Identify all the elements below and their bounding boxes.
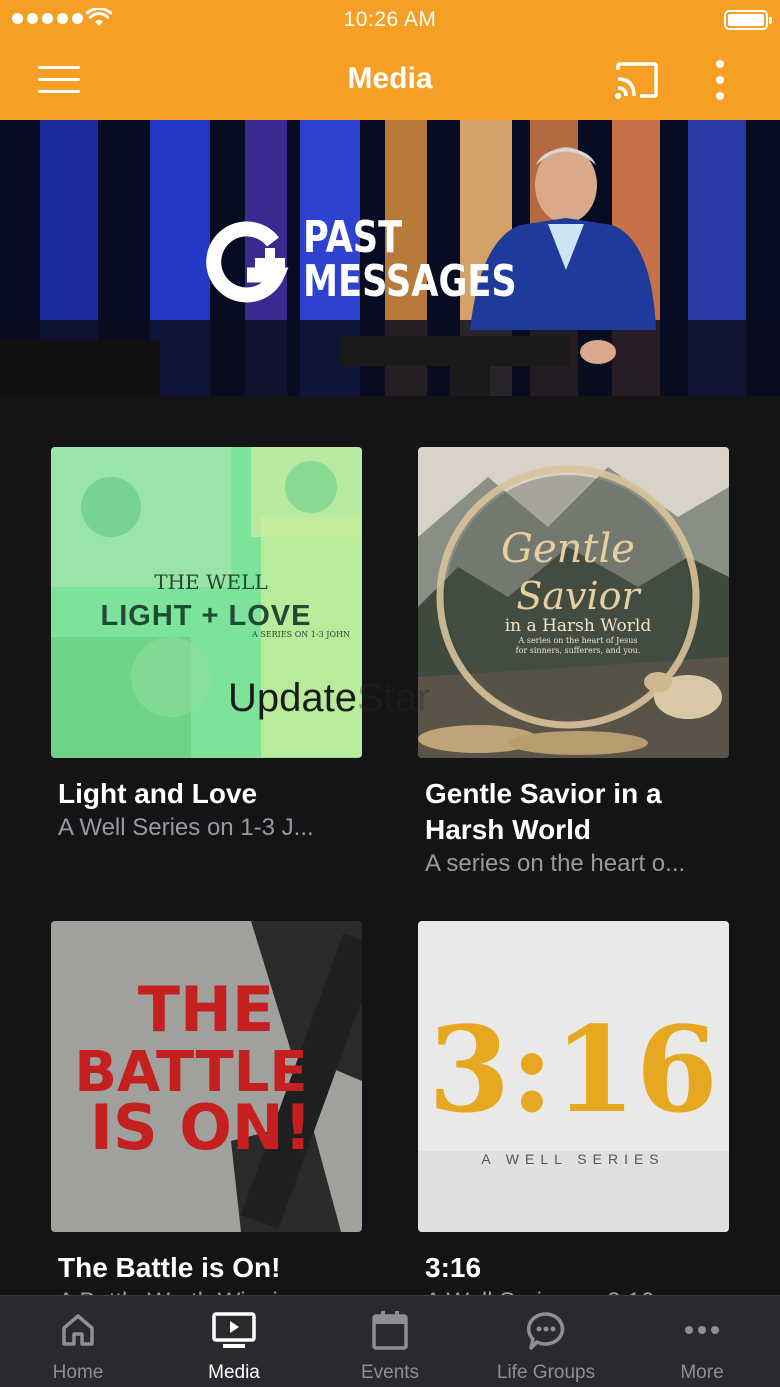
svg-text:LIGHT + LOVE: LIGHT + LOVE <box>101 600 312 632</box>
svg-text:THE: THE <box>138 973 275 1046</box>
home-icon <box>62 1314 94 1346</box>
svg-text:Gentle: Gentle <box>501 526 635 572</box>
overflow-menu-button[interactable] <box>712 60 728 100</box>
tab-life-groups[interactable]: Life Groups <box>468 1296 624 1387</box>
svg-text:A WELL SERIES: A WELL SERIES <box>481 1151 664 1167</box>
svg-text:3:16: 3:16 <box>428 1000 718 1139</box>
media-icon <box>212 1312 256 1348</box>
hero-title: PAST MESSAGES <box>303 212 517 307</box>
series-artwork: THE BATTLE IS ON! <box>51 921 362 1232</box>
tab-home[interactable]: Home <box>0 1296 156 1387</box>
svg-text:Savior: Savior <box>516 574 642 618</box>
series-artwork: 3:16 A WELL SERIES <box>418 921 729 1232</box>
status-time: 10:26 AM <box>343 8 437 31</box>
chat-icon <box>526 1312 565 1350</box>
watermark: UpdateStar <box>228 676 431 720</box>
series-title: Gentle Savior in a Harsh World <box>425 778 662 845</box>
series-subtitle: A series on the heart o... <box>425 850 686 877</box>
top-bar: 10:26 AM Media <box>0 0 780 120</box>
tab-media[interactable]: Media <box>156 1296 312 1387</box>
svg-text:for sinners, sufferers, and yo: for sinners, sufferers, and you. <box>516 646 641 655</box>
svg-text:IS ON!: IS ON! <box>90 1091 312 1164</box>
status-bar: 10:26 AM <box>0 0 780 40</box>
church-logo-icon <box>206 221 289 303</box>
cast-icon[interactable] <box>614 60 660 100</box>
tab-events[interactable]: Events <box>312 1296 468 1387</box>
svg-text:A series on the heart of Jesus: A series on the heart of Jesus <box>518 636 638 645</box>
series-artwork: Gentle Savior in a Harsh World A series … <box>418 447 729 758</box>
series-card-battle-is-on[interactable]: THE BATTLE IS ON! The Battle is On! A Ba… <box>51 921 362 1296</box>
more-icon <box>685 1326 719 1334</box>
series-card-gentle-savior[interactable]: Gentle Savior in a Harsh World A series … <box>418 447 729 880</box>
series-title: The Battle is On! <box>58 1252 281 1283</box>
tab-bar: Home Media Events Life Groups More <box>0 1295 780 1387</box>
battery-icon <box>724 10 772 30</box>
series-grid: THE WELL LIGHT + LOVE A SERIES ON 1-3 JO… <box>0 396 780 1296</box>
page-title: Media <box>347 62 433 95</box>
series-card-light-and-love[interactable]: THE WELL LIGHT + LOVE A SERIES ON 1-3 JO… <box>51 447 362 844</box>
calendar-icon <box>372 1311 408 1350</box>
hero-banner[interactable]: PAST MESSAGES <box>0 120 780 396</box>
series-title: 3:16 <box>425 1252 482 1283</box>
svg-text:in a Harsh World: in a Harsh World <box>505 616 652 636</box>
series-title: Light and Love <box>58 778 258 809</box>
tab-more[interactable]: More <box>624 1296 780 1387</box>
svg-text:A SERIES ON 1-3 JOHN: A SERIES ON 1-3 JOHN <box>251 630 350 639</box>
nav-bar: Media <box>0 40 780 120</box>
series-card-3-16[interactable]: 3:16 A WELL SERIES 3:16 A Well Series on… <box>418 921 729 1296</box>
svg-text:THE WELL: THE WELL <box>154 570 267 594</box>
series-subtitle: A Well Series on 1-3 J... <box>58 814 314 841</box>
